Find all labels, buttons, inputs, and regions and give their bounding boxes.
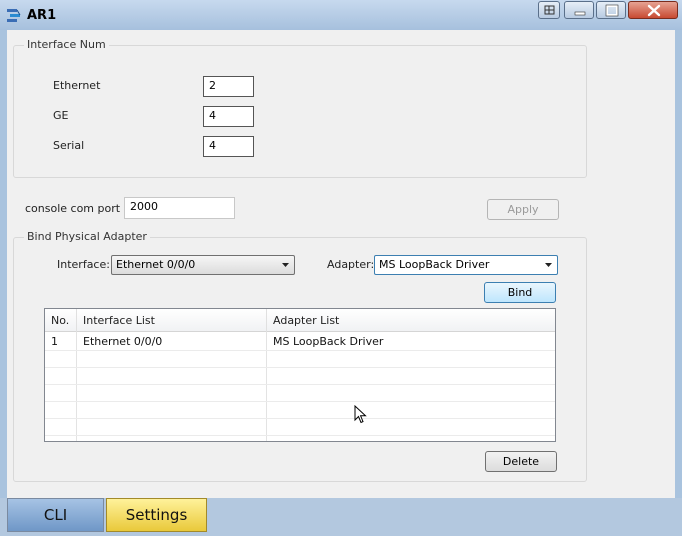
- delete-button[interactable]: Delete: [485, 451, 557, 472]
- serial-count-input[interactable]: 4: [203, 136, 254, 157]
- chevron-down-icon: [545, 263, 552, 267]
- mouse-pointer-icon: [354, 405, 367, 424]
- row-no-cell: 1: [51, 335, 58, 348]
- restore-icon: [544, 5, 555, 15]
- restore-button[interactable]: [538, 1, 560, 19]
- window-title: AR1: [27, 8, 57, 23]
- column-header-adapter-list[interactable]: Adapter List: [267, 309, 555, 332]
- console-port-label: console com port: [25, 202, 121, 215]
- interface-num-group: Interface Num: [13, 38, 587, 178]
- tab-settings[interactable]: Settings: [106, 498, 207, 532]
- maximize-icon: [605, 4, 619, 17]
- app-network-icon: [6, 7, 22, 23]
- close-button[interactable]: [628, 1, 678, 19]
- settings-panel: Interface Num Ethernet 2 GE 4 Serial 4 c…: [7, 30, 675, 500]
- serial-label: Serial: [53, 139, 85, 152]
- row-adapter-cell: MS LoopBack Driver: [273, 335, 384, 348]
- row-interface-cell: Ethernet 0/0/0: [83, 335, 163, 348]
- bind-button[interactable]: Bind: [484, 282, 556, 303]
- minimize-button[interactable]: [564, 1, 594, 19]
- chevron-down-icon: [282, 263, 289, 267]
- tab-bar: CLI Settings: [0, 498, 682, 536]
- ethernet-label: Ethernet: [53, 79, 101, 92]
- interface-num-legend: Interface Num: [24, 38, 109, 51]
- interface-select-value: Ethernet 0/0/0: [116, 258, 196, 271]
- table-header: No. Interface List Adapter List: [45, 309, 555, 332]
- bindings-table[interactable]: No. Interface List Adapter List 1 Ethern…: [44, 308, 556, 442]
- ge-count-input[interactable]: 4: [203, 106, 254, 127]
- column-header-interface-list[interactable]: Interface List: [77, 309, 267, 332]
- tab-cli[interactable]: CLI: [7, 498, 104, 532]
- minimize-icon: [574, 11, 586, 16]
- interface-select-label: Interface:: [57, 258, 110, 271]
- adapter-select-label: Adapter:: [327, 258, 375, 271]
- apply-button[interactable]: Apply: [487, 199, 559, 220]
- adapter-select[interactable]: MS LoopBack Driver: [374, 255, 558, 275]
- column-header-no[interactable]: No.: [45, 309, 77, 332]
- interface-select[interactable]: Ethernet 0/0/0: [111, 255, 295, 275]
- ge-label: GE: [53, 109, 69, 122]
- console-port-input[interactable]: 2000: [124, 197, 235, 219]
- title-bar[interactable]: AR1: [0, 0, 682, 30]
- bind-adapter-legend: Bind Physical Adapter: [24, 230, 150, 243]
- ethernet-count-input[interactable]: 2: [203, 76, 254, 97]
- close-icon: [647, 4, 661, 17]
- maximize-button[interactable]: [596, 1, 626, 19]
- adapter-select-value: MS LoopBack Driver: [379, 258, 490, 271]
